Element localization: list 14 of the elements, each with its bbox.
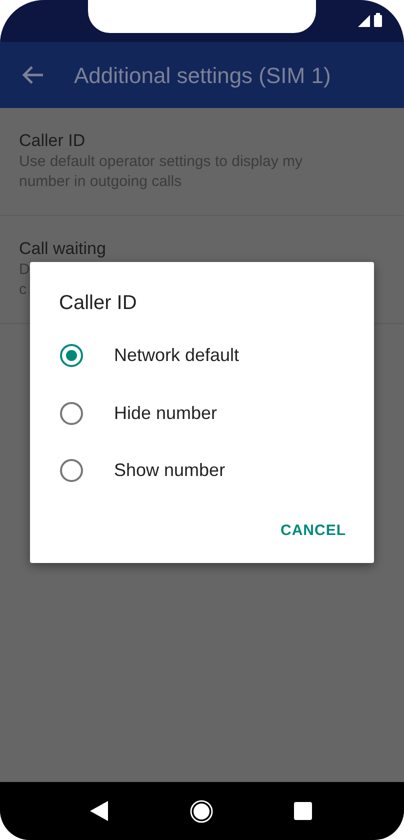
battery-icon [374,13,382,27]
radio-button[interactable] [60,459,83,482]
dialog-title: Caller ID [59,291,137,316]
radio-button[interactable] [60,402,83,424]
home-icon[interactable] [190,800,212,822]
screen-title: Additional settings (SIM 1) [74,62,331,90]
signal-icon [358,15,370,27]
radio-option[interactable]: Network default [60,342,240,369]
radio-button[interactable] [60,344,83,367]
back-arrow-icon[interactable] [22,66,44,84]
radio-option[interactable]: Hide number [60,400,218,426]
radio-option[interactable]: Show number [60,457,226,484]
back-icon[interactable] [90,801,108,821]
cancel-button[interactable]: CANCEL [278,518,348,544]
